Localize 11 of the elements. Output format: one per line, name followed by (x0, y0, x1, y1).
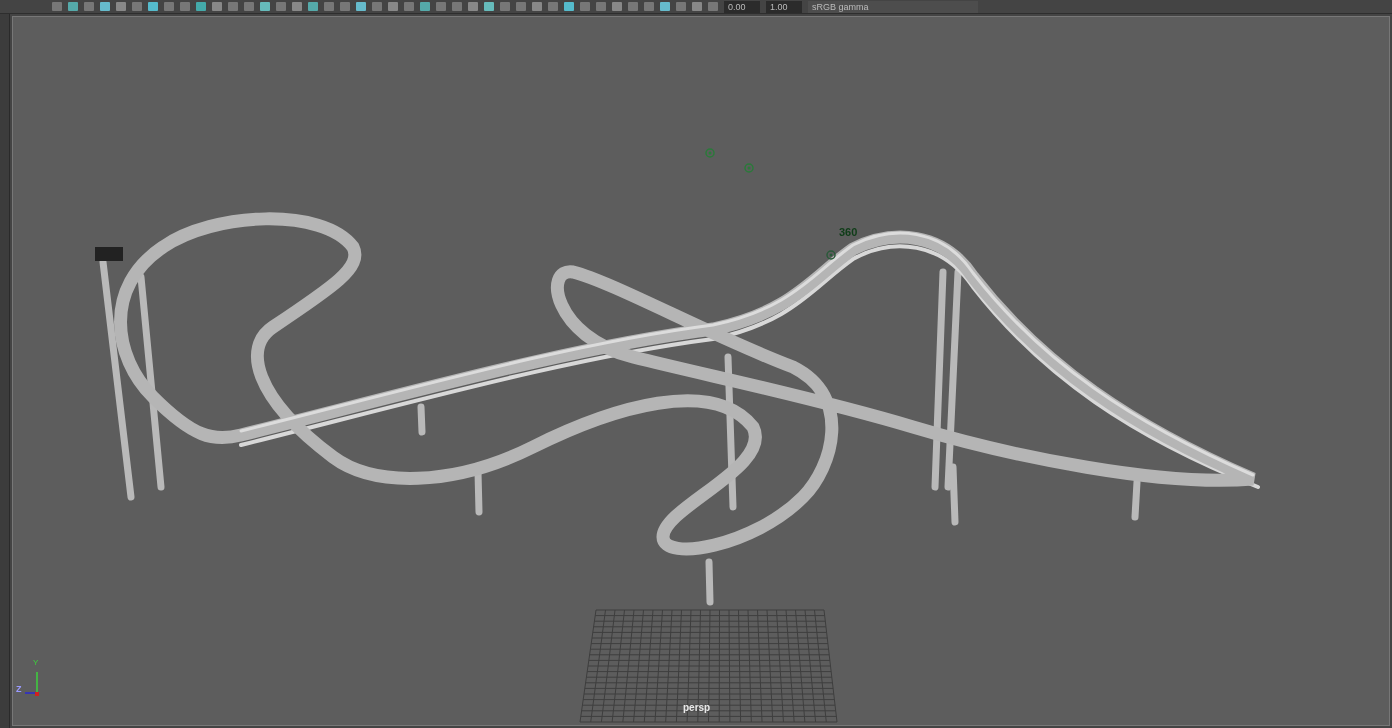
locator-icon (826, 250, 836, 260)
axis-label: Y (33, 659, 39, 667)
axis-indicator-icon (24, 671, 39, 696)
locator-icon (705, 148, 715, 158)
value-field[interactable]: 0.00 (724, 0, 760, 13)
camera-label: persp (683, 703, 711, 713)
locator-icon (744, 163, 754, 173)
color-space-dropdown[interactable]: sRGB gamma (808, 0, 978, 13)
marker-label: 360 (839, 227, 858, 238)
value-field[interactable]: 1.00 (766, 0, 802, 13)
axis-label: Z (16, 685, 22, 694)
